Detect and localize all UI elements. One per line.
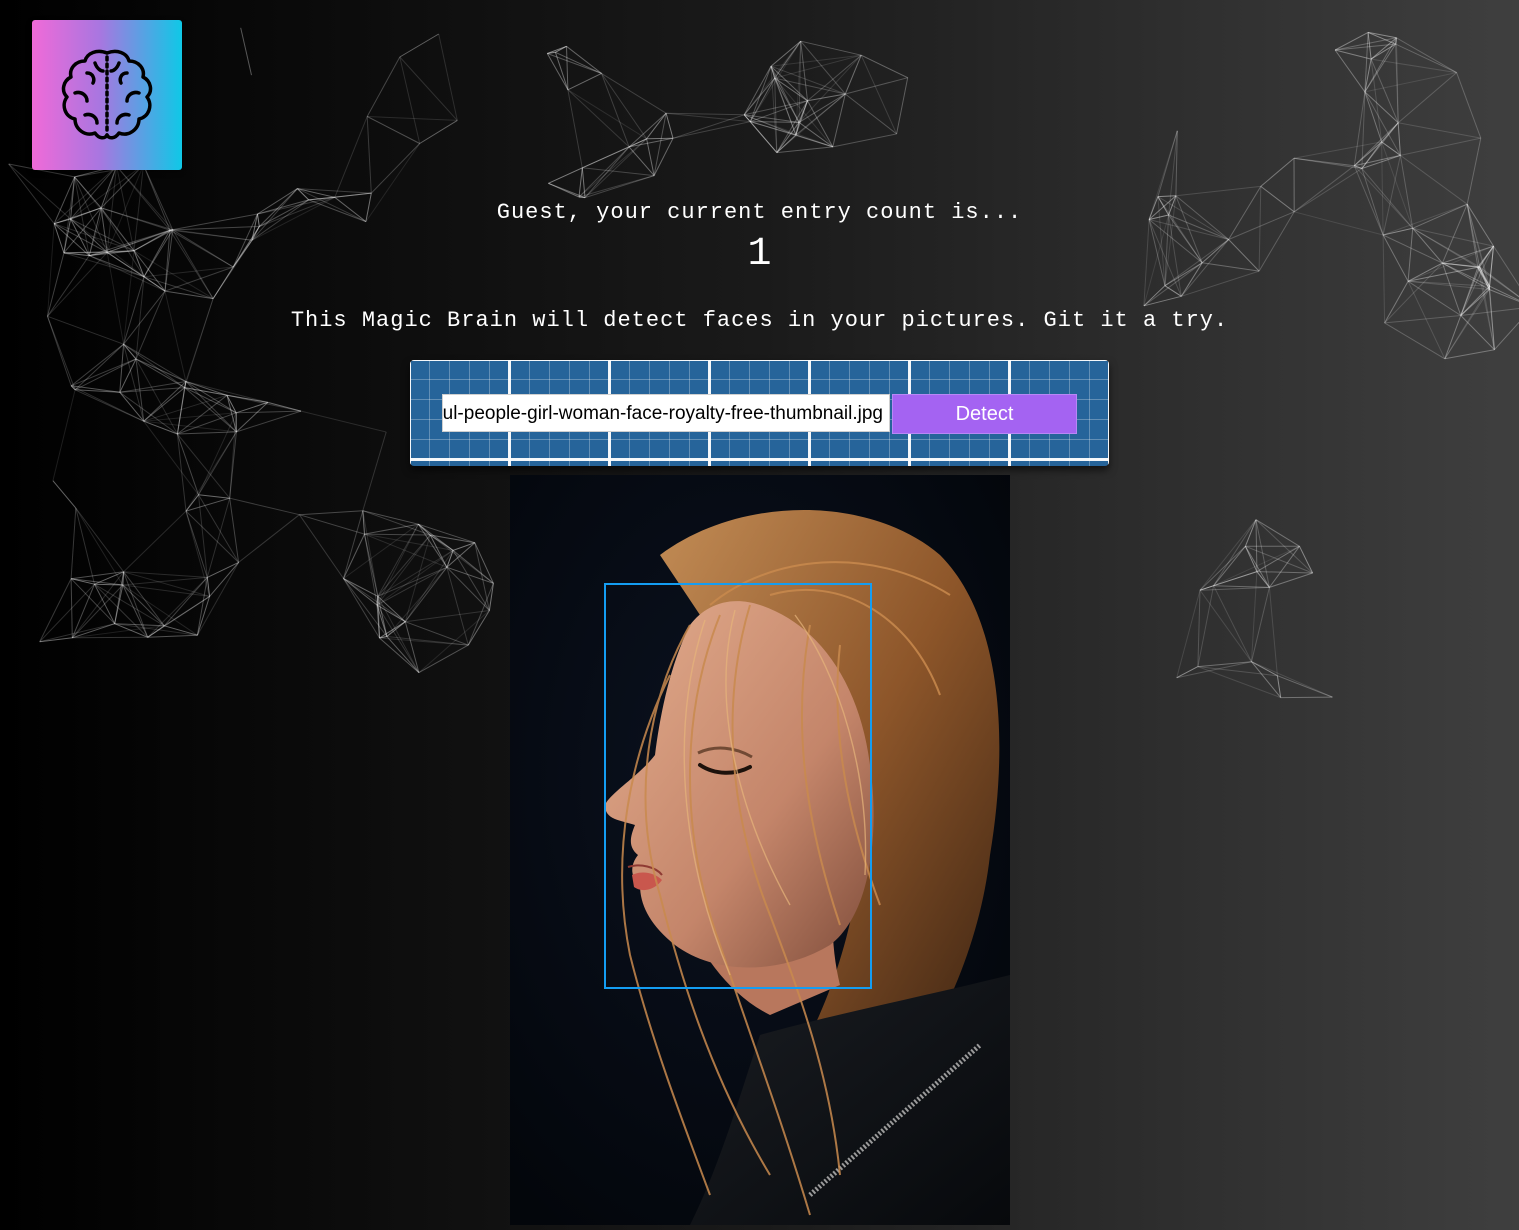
image-url-form: beautiful-people-girl-woman-face-royalty…: [410, 360, 1109, 466]
logo[interactable]: [32, 20, 182, 170]
face-bounding-box: [604, 583, 872, 989]
brain-icon: [61, 49, 153, 140]
tagline-text: This Magic Brain will detect faces in yo…: [290, 308, 1229, 333]
result-image-container: [510, 475, 1010, 1225]
image-url-input[interactable]: beautiful-people-girl-woman-face-royalty…: [442, 394, 890, 432]
image-url-value: beautiful-people-girl-woman-face-royalty…: [442, 403, 883, 424]
greeting-text: Guest, your current entry count is...: [496, 200, 1023, 225]
detect-button[interactable]: Detect: [892, 394, 1077, 434]
entry-count: 1: [747, 232, 772, 277]
